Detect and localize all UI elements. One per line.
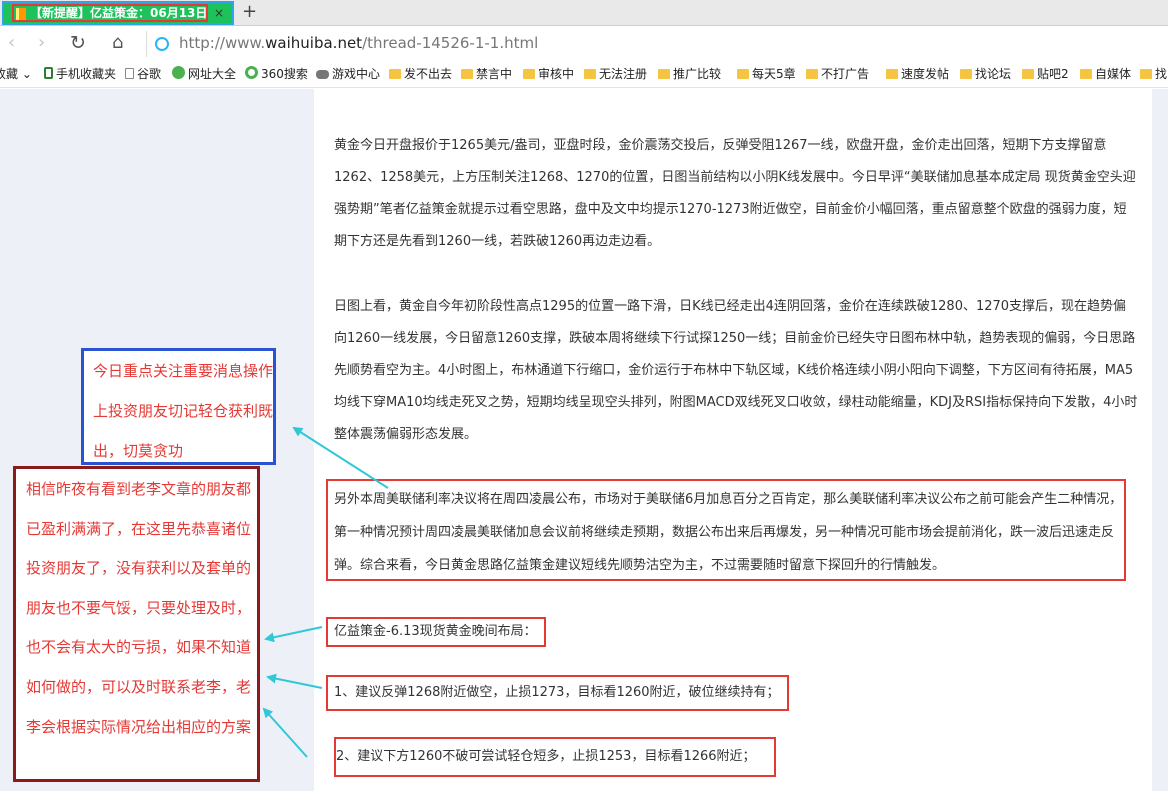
folder-icon [658, 69, 670, 79]
favicon-icon [16, 8, 26, 20]
tab-highlight-box: 【新提醒】亿益策金：06月13日 [12, 4, 208, 22]
bookmark-folder[interactable]: 不打广告 [806, 66, 869, 82]
bookmark-folder[interactable]: 禁言中 [461, 66, 512, 82]
bookmark-360[interactable]: 360搜索 [245, 66, 308, 82]
folder-icon [806, 69, 818, 79]
bookmark-folder[interactable]: 找 [1140, 66, 1167, 82]
url-domain: waihuiba.net [265, 34, 363, 52]
folder-icon [886, 69, 898, 79]
bookmark-folder[interactable]: 自媒体 [1080, 66, 1131, 82]
folder-icon [737, 69, 749, 79]
folder-icon [1080, 69, 1092, 79]
bookmark-folder[interactable]: 找论坛 [960, 66, 1011, 82]
folder-icon [584, 69, 596, 79]
bookmark-mobile[interactable]: 手机收藏夹 [44, 66, 116, 82]
callout-blue: 今日重点关注重要消息操作上投资朋友切记轻仓获利既出，切莫贪功 [81, 348, 276, 465]
advice-line-1: 1、建议反弹1268附近做空，止损1273，目标看1260附近，破位继续持有； [326, 675, 789, 711]
tab-close-icon[interactable]: × [214, 5, 224, 21]
bookmark-folder[interactable]: 无法注册 [584, 66, 647, 82]
folder-icon [389, 69, 401, 79]
callout-red: 相信昨夜有看到老李文章的朋友都已盈利满满了，在这里先恭喜诸位投资朋友了，没有获利… [13, 466, 260, 782]
bookmark-folder[interactable]: 贴吧2 [1022, 66, 1069, 82]
back-icon[interactable]: ‹ [8, 33, 15, 53]
address-bar[interactable]: http://www.waihuiba.net/thread-14526-1-1… [146, 31, 1156, 57]
bookmarks-bar: 收藏 ⌄ 手机收藏夹 谷歌 网址大全 360搜索 游戏中心 发不出去 禁言中 审… [0, 62, 1168, 88]
article-paragraph-highlighted: 另外本周美联储利率决议将在周四凌晨公布，市场对于美联储6月加息百分之百肯定，那么… [334, 492, 1123, 573]
site-loading-icon [155, 37, 169, 51]
folder-icon [461, 69, 473, 79]
phone-icon [44, 67, 53, 79]
new-tab-button[interactable]: + [242, 1, 257, 23]
folder-icon [523, 69, 535, 79]
folder-icon [960, 69, 972, 79]
reload-icon[interactable]: ↻ [70, 33, 86, 53]
bookmark-folder[interactable]: 每天5章 [737, 66, 796, 82]
browser-tab[interactable]: 【新提醒】亿益策金：06月13日 × [2, 1, 234, 25]
search-360-icon [245, 66, 258, 79]
article-paragraph: 黄金今日开盘报价于1265美元/盎司，亚盘时段，金价震荡交投后，反弹受阻1267… [334, 138, 1136, 249]
forward-icon[interactable]: › [38, 33, 45, 53]
tab-title: 【新提醒】亿益策金：06月13日 [30, 6, 208, 20]
layout-title: 亿益策金-6.13现货黄金晚间布局： [326, 617, 546, 647]
url-text[interactable]: http://www.waihuiba.net/thread-14526-1-1… [179, 34, 538, 52]
article-paragraph: 日图上看，黄金自今年初阶段性高点1295的位置一路下滑，日K线已经走出4连阴回落… [334, 299, 1138, 442]
nav-icon [172, 66, 185, 79]
bookmark-folder[interactable]: 推广比较 [658, 66, 721, 82]
home-icon[interactable]: ⌂ [112, 33, 123, 53]
bookmark-nav[interactable]: 网址大全 [172, 66, 236, 82]
bookmark-folder[interactable]: 发不出去 [389, 66, 452, 82]
bookmark-folder[interactable]: 速度发帖 [886, 66, 949, 82]
navigation-bar: ‹ › ↻ ⌂ http://www.waihuiba.net/thread-1… [0, 27, 1168, 61]
page-icon [125, 68, 134, 79]
bookmark-favorites[interactable]: 收藏 ⌄ [0, 66, 32, 82]
bookmark-google[interactable]: 谷歌 [125, 66, 161, 82]
url-path: /thread-14526-1-1.html [362, 34, 539, 52]
gamepad-icon [316, 70, 329, 79]
url-scheme: http://www. [179, 34, 266, 52]
bookmark-folder[interactable]: 审核中 [523, 66, 574, 82]
folder-icon [1140, 69, 1152, 79]
folder-icon [1022, 69, 1034, 79]
advice-line-2: 2、建议下方1260不破可尝试轻仓短多，止损1253，目标看1266附近； [334, 737, 776, 777]
bookmark-games[interactable]: 游戏中心 [316, 66, 380, 82]
tab-strip: 【新提醒】亿益策金：06月13日 × + [0, 0, 1168, 26]
